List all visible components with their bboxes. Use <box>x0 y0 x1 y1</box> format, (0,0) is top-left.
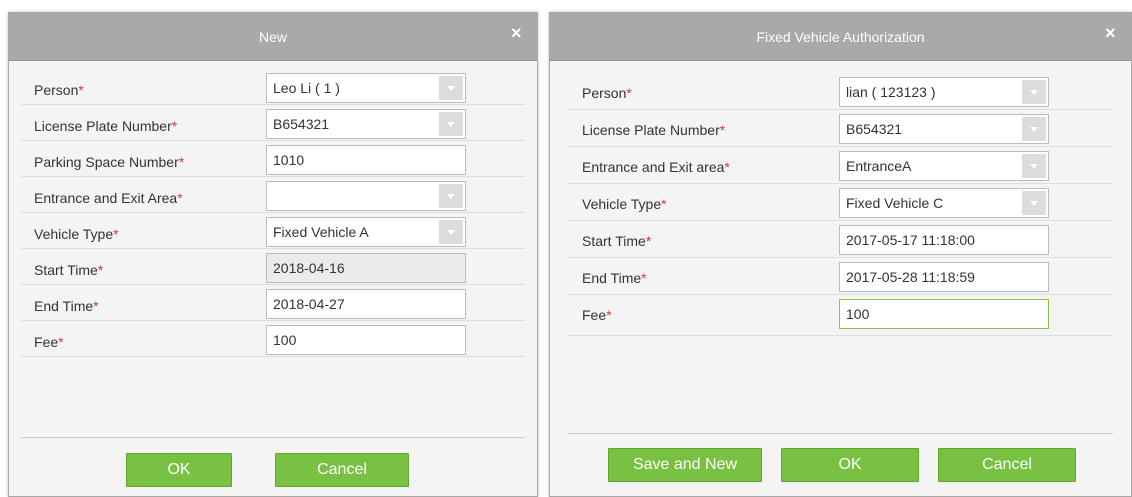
field-label: Person* <box>582 85 632 101</box>
row-divider <box>21 356 525 357</box>
dialog-title: Fixed Vehicle Authorization <box>756 29 925 45</box>
row-divider <box>21 104 525 105</box>
dropdown-arrow-icon[interactable] <box>1022 191 1046 215</box>
license-plate-select[interactable]: B654321 <box>839 114 1049 144</box>
person-select[interactable]: Leo Li ( 1 ) <box>266 73 466 103</box>
fixed-vehicle-authorization-dialog: Fixed Vehicle Authorization × Person* li… <box>549 12 1132 497</box>
field-label: End Time* <box>34 298 99 314</box>
fee-input[interactable]: 100 <box>839 299 1049 329</box>
row-divider <box>568 109 1113 110</box>
field-label: Entrance and Exit Area* <box>34 190 183 206</box>
footer-divider <box>568 433 1113 434</box>
row-divider <box>21 176 525 177</box>
field-label: Start Time* <box>34 262 104 278</box>
parking-space-input[interactable]: 1010 <box>266 145 466 175</box>
footer-divider <box>21 437 525 438</box>
dialog-title: New <box>258 29 287 45</box>
cancel-button[interactable]: Cancel <box>275 453 409 487</box>
row-divider <box>568 220 1113 221</box>
person-select[interactable]: lian ( 123123 ) <box>839 77 1049 107</box>
dropdown-arrow-icon[interactable] <box>439 112 463 136</box>
entrance-exit-area-select[interactable]: EntranceA <box>839 151 1049 181</box>
ok-button[interactable]: OK <box>126 453 232 487</box>
row-divider <box>21 320 525 321</box>
field-label: Fee* <box>34 334 64 350</box>
end-time-input[interactable]: 2017-05-28 11:18:59 <box>839 262 1049 292</box>
license-plate-select[interactable]: B654321 <box>266 109 466 139</box>
save-and-new-button[interactable]: Save and New <box>608 448 762 482</box>
entrance-exit-area-select[interactable] <box>266 181 466 211</box>
field-label: License Plate Number* <box>34 118 178 134</box>
vehicle-type-select[interactable]: Fixed Vehicle A <box>266 217 466 247</box>
field-label: License Plate Number* <box>582 122 726 138</box>
dialog-title-bar[interactable]: New × <box>9 13 537 61</box>
fee-input[interactable]: 100 <box>266 325 466 355</box>
dialog-title-bar[interactable]: Fixed Vehicle Authorization × <box>550 13 1131 61</box>
field-label: Person* <box>34 82 84 98</box>
row-divider <box>21 248 525 249</box>
new-dialog: New × Person* Leo Li ( 1 ) License Plate… <box>8 12 538 497</box>
field-label: Parking Space Number* <box>34 154 185 170</box>
row-divider <box>568 183 1113 184</box>
field-label: Vehicle Type* <box>582 196 667 212</box>
field-label: Entrance and Exit area* <box>582 159 730 175</box>
row-divider <box>21 212 525 213</box>
end-time-input[interactable]: 2018-04-27 <box>266 289 466 319</box>
start-time-input[interactable]: 2017-05-17 11:18:00 <box>839 225 1049 255</box>
row-divider <box>21 140 525 141</box>
dropdown-arrow-icon[interactable] <box>439 220 463 244</box>
row-divider <box>568 335 1113 336</box>
row-divider <box>21 284 525 285</box>
dropdown-arrow-icon[interactable] <box>439 76 463 100</box>
field-label: Vehicle Type* <box>34 226 119 242</box>
cancel-button[interactable]: Cancel <box>938 448 1076 482</box>
field-label: End Time* <box>582 270 647 286</box>
row-divider <box>568 294 1113 295</box>
dropdown-arrow-icon[interactable] <box>1022 117 1046 141</box>
close-icon[interactable]: × <box>1105 24 1121 42</box>
dropdown-arrow-icon[interactable] <box>1022 154 1046 178</box>
close-icon[interactable]: × <box>511 24 527 42</box>
vehicle-type-select[interactable]: Fixed Vehicle C <box>839 188 1049 218</box>
field-label: Start Time* <box>582 233 652 249</box>
field-label: Fee* <box>582 307 612 323</box>
row-divider <box>568 257 1113 258</box>
row-divider <box>568 146 1113 147</box>
dropdown-arrow-icon[interactable] <box>1022 80 1046 104</box>
start-time-field: 2018-04-16 <box>266 253 466 283</box>
dropdown-arrow-icon[interactable] <box>439 184 463 208</box>
ok-button[interactable]: OK <box>781 448 919 482</box>
